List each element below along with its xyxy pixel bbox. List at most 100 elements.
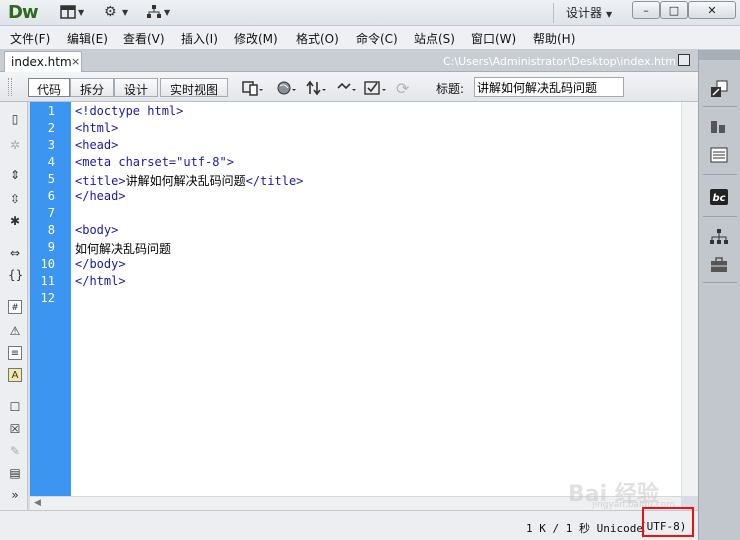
- svg-text:bc: bc: [712, 193, 725, 204]
- ap-elements-panel-button[interactable]: [709, 146, 729, 164]
- code-view-button[interactable]: 代码: [28, 78, 70, 97]
- code-tag: </body>: [75, 257, 126, 271]
- split-view-button[interactable]: 拆分: [70, 78, 114, 97]
- code-line[interactable]: <!doctype html>: [75, 104, 183, 118]
- chevron-down-icon: ▼: [78, 7, 85, 17]
- minimize-button[interactable]: –: [632, 1, 660, 19]
- menu-view[interactable]: 查看(V): [123, 30, 165, 47]
- code-line[interactable]: 如何解决乱码问题: [75, 240, 171, 257]
- word-wrap-icon[interactable]: ≡: [8, 346, 22, 360]
- css-styles-panel-button[interactable]: [709, 118, 729, 136]
- menu-help[interactable]: 帮助(H): [533, 30, 575, 47]
- business-catalyst-panel-button[interactable]: bc: [709, 188, 729, 206]
- menu-modify[interactable]: 修改(M): [234, 30, 278, 47]
- code-line[interactable]: <body>: [75, 223, 118, 237]
- horizontal-scrollbar[interactable]: ◀: [30, 496, 681, 510]
- open-documents-icon[interactable]: ▯: [8, 112, 22, 126]
- code-tag: <!doctype html>: [75, 104, 184, 118]
- apply-comment-icon[interactable]: ☐: [8, 400, 22, 414]
- ap-elements-icon: [710, 147, 728, 163]
- menu-bar: 文件(F) 编辑(E) 查看(V) 插入(I) 修改(M) 格式(O) 命令(C…: [0, 26, 740, 50]
- chevron-down-icon: ▼: [606, 10, 613, 19]
- line-number: 4: [47, 155, 55, 169]
- line-number: 8: [47, 223, 55, 237]
- panel-dock-header[interactable]: [699, 50, 740, 60]
- syntax-coloring-icon[interactable]: A: [8, 368, 22, 382]
- highlight-invalid-code-icon[interactable]: ⚠: [8, 324, 22, 338]
- menu-file[interactable]: 文件(F): [10, 30, 50, 47]
- chevron-down-icon: ▼: [122, 7, 129, 17]
- remove-comment-icon[interactable]: ☒: [8, 422, 22, 436]
- code-line[interactable]: </html>: [75, 274, 126, 288]
- vertical-scrollbar[interactable]: [681, 102, 698, 496]
- wrap-tag-icon[interactable]: ✎: [8, 444, 22, 458]
- select-parent-tag-icon[interactable]: ⇔: [8, 246, 22, 260]
- code-line[interactable]: </body>: [75, 257, 126, 271]
- live-view-button[interactable]: 实时视图: [160, 78, 228, 97]
- site-menu-button[interactable]: ▼: [146, 4, 170, 20]
- size-text: 1 K / 1 秒: [526, 522, 590, 535]
- code-editor[interactable]: <!doctype html> <html> <head> <meta charset…: [71, 102, 681, 496]
- code-line[interactable]: <meta charset="utf-8">: [75, 155, 234, 169]
- insert-panel-button[interactable]: [709, 80, 729, 98]
- validate-icon: [337, 82, 356, 91]
- workspace-label: 设计器: [566, 6, 603, 20]
- assets-panel-button[interactable]: [709, 256, 729, 274]
- document-title-input[interactable]: [474, 77, 624, 97]
- collapse-full-tag-icon[interactable]: ⇕: [8, 168, 22, 182]
- files-panel-button[interactable]: [709, 228, 729, 246]
- refresh-button[interactable]: ⟳: [396, 79, 409, 98]
- menu-site[interactable]: 站点(S): [414, 30, 455, 47]
- bc-icon: bc: [710, 189, 728, 205]
- css-panel-icon: [711, 121, 725, 133]
- menu-format[interactable]: 格式(O): [296, 30, 339, 47]
- workspace-switcher[interactable]: 设计器 ▼: [566, 4, 612, 21]
- balance-braces-icon[interactable]: {}: [8, 268, 23, 282]
- line-numbers-icon[interactable]: #: [8, 300, 22, 314]
- line-number: 5: [47, 172, 55, 186]
- restore-window-icon[interactable]: [678, 54, 690, 66]
- close-icon[interactable]: ×: [71, 55, 80, 68]
- code-line[interactable]: </head>: [75, 189, 126, 203]
- expand-all-icon[interactable]: ✱: [8, 214, 22, 228]
- code-line[interactable]: <head>: [75, 138, 118, 152]
- more-tools-icon[interactable]: »: [8, 488, 22, 502]
- encoding-name: Unicode: [596, 522, 643, 535]
- menu-commands[interactable]: 命令(C): [356, 30, 398, 47]
- gear-icon: ⚙: [104, 4, 117, 20]
- document-toolbar: 代码 拆分 设计 实时视图 ⟳ 标题:: [0, 72, 698, 102]
- up-down-arrows-icon: [306, 80, 326, 96]
- extend-menu-button[interactable]: ⚙ ▼: [104, 4, 128, 20]
- encoding-highlight-box: [642, 507, 694, 537]
- scroll-left-arrow-icon[interactable]: ◀: [34, 498, 41, 508]
- multiscreen-button[interactable]: [242, 79, 264, 97]
- close-button[interactable]: ✕: [688, 1, 736, 19]
- show-code-navigator-icon[interactable]: ✲: [8, 138, 22, 152]
- line-number: 6: [47, 189, 55, 203]
- divider: [703, 282, 737, 283]
- file-management-button[interactable]: [306, 79, 328, 97]
- toolbar-grip[interactable]: [8, 78, 12, 96]
- preview-browser-button[interactable]: [276, 79, 298, 97]
- recent-snippets-icon[interactable]: ▤: [8, 466, 22, 480]
- code-line[interactable]: <title>讲解如何解决乱码问题</title>: [75, 172, 303, 189]
- watermark-url: jingyan.baidu.com: [592, 500, 676, 510]
- menu-window[interactable]: 窗口(W): [471, 30, 516, 47]
- menu-edit[interactable]: 编辑(E): [67, 30, 108, 47]
- line-number: 9: [47, 240, 55, 254]
- layout-menu-button[interactable]: ▼: [60, 4, 84, 20]
- line-number: 1: [47, 104, 55, 118]
- checklist-icon: [364, 81, 386, 95]
- check-browser-button[interactable]: [364, 79, 388, 97]
- code-tag: </head>: [75, 189, 126, 203]
- w3c-validation-button[interactable]: [336, 79, 358, 97]
- design-view-button[interactable]: 设计: [114, 78, 158, 97]
- code-tag: </html>: [75, 274, 126, 288]
- document-tab[interactable]: index.htm ×: [4, 51, 82, 72]
- collapse-selection-icon[interactable]: ⇳: [8, 192, 22, 206]
- code-tag: <meta charset="utf-8">: [75, 155, 234, 169]
- menu-insert[interactable]: 插入(I): [181, 30, 218, 47]
- globe-icon: [277, 81, 296, 95]
- code-line[interactable]: <html>: [75, 121, 118, 135]
- maximize-button[interactable]: □: [660, 1, 688, 19]
